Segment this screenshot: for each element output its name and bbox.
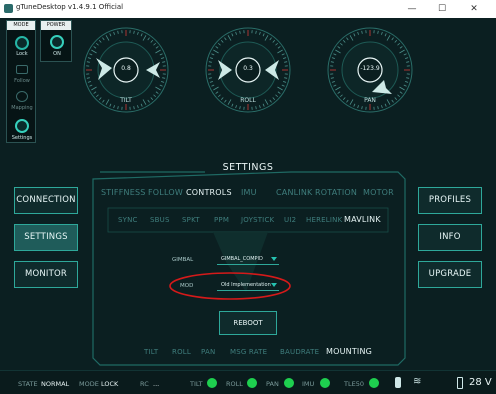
- subtab-joystick[interactable]: JOYSTICK: [241, 216, 274, 224]
- settings-title: SETTINGS: [222, 162, 274, 173]
- tilt-indicator-label: TILT: [190, 380, 203, 388]
- subtab-ui2[interactable]: UI2: [284, 216, 296, 224]
- profiles-button[interactable]: PROFILES: [418, 187, 482, 214]
- rc-value: ...: [153, 380, 160, 388]
- tab-stiffness[interactable]: STIFFNESS: [101, 188, 146, 197]
- gimbal-dropdown[interactable]: GIMBAL_COMPID: [217, 254, 279, 265]
- subtab-mavlink[interactable]: MAVLINK: [344, 215, 381, 224]
- usb-icon: [395, 377, 401, 388]
- imu-indicator-label: IMU: [302, 380, 315, 388]
- tab-pan[interactable]: PAN: [201, 348, 215, 356]
- upgrade-button[interactable]: UPGRADE: [418, 261, 482, 288]
- tab-rotation[interactable]: ROTATION: [315, 188, 357, 197]
- gimbal-label: GIMBAL: [172, 257, 194, 263]
- subtab-spkt[interactable]: SPKT: [182, 216, 200, 224]
- connection-button[interactable]: CONNECTION: [14, 187, 78, 214]
- wifi-icon: ≋: [413, 376, 422, 387]
- chevron-down-icon: [271, 283, 277, 287]
- battery-icon: [457, 377, 463, 389]
- tab-baudrate[interactable]: BAUDRATE: [280, 348, 319, 356]
- tilt-status-dot: [207, 378, 217, 388]
- mod-dropdown[interactable]: Old Implementation: [217, 280, 279, 291]
- gimbal-dropdown-value: GIMBAL_COMPID: [221, 256, 263, 262]
- info-button[interactable]: INFO: [418, 224, 482, 251]
- mode-label: MODE: [79, 380, 99, 388]
- settings-button[interactable]: SETTINGS: [14, 224, 78, 251]
- pan-status-dot: [284, 378, 294, 388]
- rc-label: RC: [140, 380, 149, 388]
- tle50-indicator-label: TLE50: [344, 380, 364, 388]
- tab-msg-rate[interactable]: MSG RATE: [230, 348, 267, 356]
- subtab-ppm[interactable]: PPM: [214, 216, 229, 224]
- tle50-status-dot: [369, 378, 379, 388]
- roll-status-dot: [247, 378, 257, 388]
- tab-roll[interactable]: ROLL: [172, 348, 191, 356]
- voltage-value: 28 V: [469, 377, 492, 388]
- tab-motor[interactable]: MOTOR: [363, 188, 394, 197]
- tab-canlink[interactable]: CANLINK: [276, 188, 313, 197]
- state-label: STATE: [18, 380, 38, 388]
- subtab-sbus[interactable]: SBUS: [150, 216, 170, 224]
- reboot-button[interactable]: REBOOT: [219, 311, 277, 335]
- state-value: NORMAL: [41, 380, 70, 388]
- monitor-button[interactable]: MONITOR: [14, 261, 78, 288]
- tab-controls[interactable]: CONTROLS: [186, 188, 232, 197]
- tab-follow[interactable]: FOLLOW: [148, 188, 183, 197]
- roll-indicator-label: ROLL: [226, 380, 243, 388]
- mod-label: MOD: [180, 283, 194, 289]
- chevron-down-icon: [271, 257, 277, 261]
- tab-mounting[interactable]: MOUNTING: [326, 347, 372, 356]
- mode-value: LOCK: [101, 380, 119, 388]
- mod-dropdown-value: Old Implementation: [221, 282, 271, 288]
- imu-status-dot: [320, 378, 330, 388]
- subtab-herelink[interactable]: HERELINK: [306, 216, 342, 224]
- subtab-sync[interactable]: SYNC: [118, 216, 138, 224]
- tab-imu[interactable]: IMU: [241, 188, 257, 197]
- tab-tilt[interactable]: TILT: [144, 348, 158, 356]
- pan-indicator-label: PAN: [266, 380, 279, 388]
